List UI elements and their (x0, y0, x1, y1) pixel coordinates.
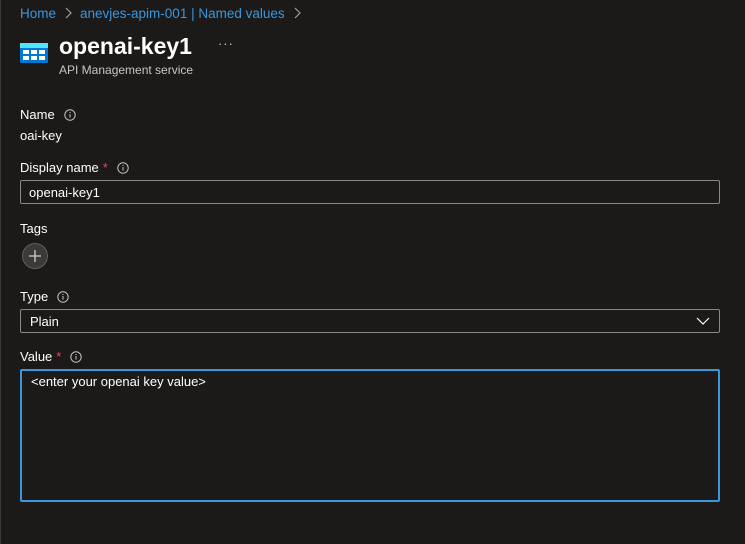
required-marker: * (102, 160, 108, 175)
name-label: Name (20, 107, 55, 122)
window-frame-edge (0, 0, 1, 544)
info-icon[interactable] (57, 290, 69, 303)
more-options-button[interactable]: ··· (218, 36, 234, 51)
tags-label: Tags (20, 221, 48, 236)
add-icon (29, 250, 41, 262)
info-icon[interactable] (70, 350, 83, 363)
value-field: <enter your openai key value> (20, 369, 720, 502)
breadcrumb-home[interactable]: Home (20, 6, 56, 21)
info-icon[interactable] (117, 161, 129, 174)
name-label-row: Name (20, 107, 76, 122)
type-label-row: Type (20, 289, 69, 304)
chevron-right-icon (293, 7, 301, 19)
page-title: openai-key1 (59, 33, 192, 59)
api-management-icon (20, 41, 48, 65)
display-name-input[interactable] (21, 181, 719, 203)
display-name-label: Display name (20, 160, 99, 175)
chevron-down-icon (696, 317, 710, 325)
type-label: Type (20, 289, 49, 304)
type-selected-value: Plain (30, 313, 59, 329)
required-marker: * (56, 349, 62, 364)
add-tag-button[interactable] (22, 243, 48, 269)
display-name-field (20, 180, 720, 204)
breadcrumb: Home anevjes-apim-001 | Named values (20, 4, 301, 22)
chevron-right-icon (64, 7, 72, 19)
name-value: oai-key (20, 128, 62, 143)
value-label: Value (20, 349, 53, 364)
type-dropdown[interactable]: Plain (20, 309, 720, 333)
breadcrumb-named-values[interactable]: anevjes-apim-001 | Named values (80, 6, 285, 21)
page-subtitle: API Management service (59, 63, 194, 77)
blade-header: openai-key1 ··· API Management service (20, 32, 234, 77)
value-textarea[interactable]: <enter your openai key value> (22, 371, 718, 500)
info-icon[interactable] (63, 108, 76, 121)
display-name-label-row: Display name * (20, 160, 129, 175)
value-label-row: Value * (20, 349, 83, 364)
tags-label-row: Tags (20, 221, 47, 236)
